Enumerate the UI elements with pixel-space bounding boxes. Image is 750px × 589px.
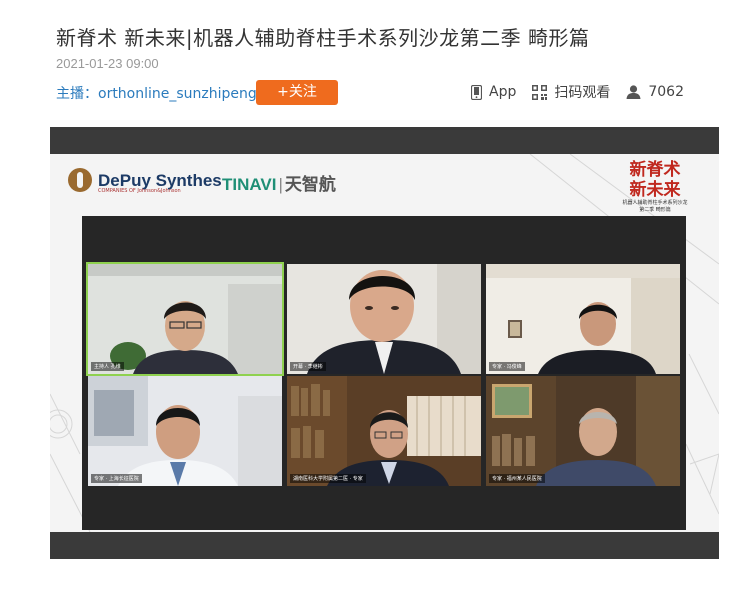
participant-caption-6: 专家 · 福州某人民医院	[489, 474, 545, 483]
host-link[interactable]: 主播：orthonline_sunzhipeng	[56, 83, 257, 103]
participant-video-5	[287, 376, 481, 486]
phone-icon	[471, 84, 482, 100]
participant-tile-5[interactable]: 湖南医科大学附属第二医 · 专家	[287, 376, 481, 486]
qr-code-icon	[532, 84, 548, 100]
brand-small1: 机器人辅助脊柱手术系列沙龙	[622, 200, 688, 206]
video-conference-grid: 主持人 孔维 开幕 · 李继彬 专家 · 冯俊峰 专家 · 上海长征医院 湖南医…	[82, 216, 686, 530]
participant-caption-3: 专家 · 冯俊峰	[489, 362, 525, 371]
sponsor2-separator: |	[278, 175, 283, 194]
participant-caption-5: 湖南医科大学附属第二医 · 专家	[290, 474, 366, 483]
participant-tile-2[interactable]: 开幕 · 李继彬	[287, 264, 481, 374]
participant-caption-4: 专家 · 上海长征医院	[91, 474, 142, 483]
participant-caption-2: 开幕 · 李继彬	[290, 362, 326, 371]
participant-video-4	[88, 376, 282, 486]
app-link[interactable]: App	[471, 84, 516, 100]
brand-small2: 第二季 畸形篇	[639, 207, 671, 213]
app-label: App	[489, 84, 517, 100]
sponsor1-name: DePuy Synthes	[98, 170, 222, 190]
article-title: 新脊术 新未来|机器人辅助脊柱手术系列沙龙第二季 畸形篇	[56, 26, 590, 50]
user-icon	[626, 85, 641, 99]
stats-bar: App 扫码观看 7062	[455, 80, 684, 104]
participant-tile-1[interactable]: 主持人 孔维	[86, 262, 284, 376]
participant-video-3	[486, 264, 680, 374]
participant-caption-1: 主持人 孔维	[91, 362, 124, 371]
participant-tile-4[interactable]: 专家 · 上海长征医院	[88, 376, 282, 486]
participant-video-6	[486, 376, 680, 486]
participant-video-1	[88, 264, 282, 374]
follow-button[interactable]: +关注	[256, 80, 338, 105]
scan-watch-label: 扫码观看	[554, 85, 611, 101]
event-brand: 新脊术 新未来 机器人辅助脊柱手术系列沙龙 第二季 畸形篇	[605, 160, 705, 214]
brand-line2: 新未来	[629, 180, 681, 200]
live-slide: DePuy Synthes COMPANIES OF Johnson&Johns…	[50, 154, 719, 532]
depuy-mark-icon	[68, 168, 92, 192]
participant-tile-6[interactable]: 专家 · 福州某人民医院	[486, 376, 680, 486]
participant-tile-3[interactable]: 专家 · 冯俊峰	[486, 264, 680, 374]
depuy-synthes-logo: DePuy Synthes COMPANIES OF Johnson&Johns…	[68, 168, 222, 194]
sponsor2-name: TINAVI	[222, 175, 277, 194]
publish-date: 2021-01-23 09:00	[56, 56, 159, 71]
sponsor1-sub: COMPANIES OF Johnson&Johnson	[98, 188, 181, 194]
scan-watch-link[interactable]: 扫码观看	[532, 82, 610, 102]
view-count: 7062	[626, 84, 684, 100]
video-player[interactable]: DePuy Synthes COMPANIES OF Johnson&Johns…	[50, 127, 719, 559]
tinavi-logo: TINAVI | 天智航	[222, 170, 336, 195]
sponsor2-cn: 天智航	[284, 175, 336, 194]
participant-video-2	[287, 264, 481, 374]
brand-line1: 新脊术	[629, 160, 681, 180]
view-count-value: 7062	[648, 84, 684, 100]
